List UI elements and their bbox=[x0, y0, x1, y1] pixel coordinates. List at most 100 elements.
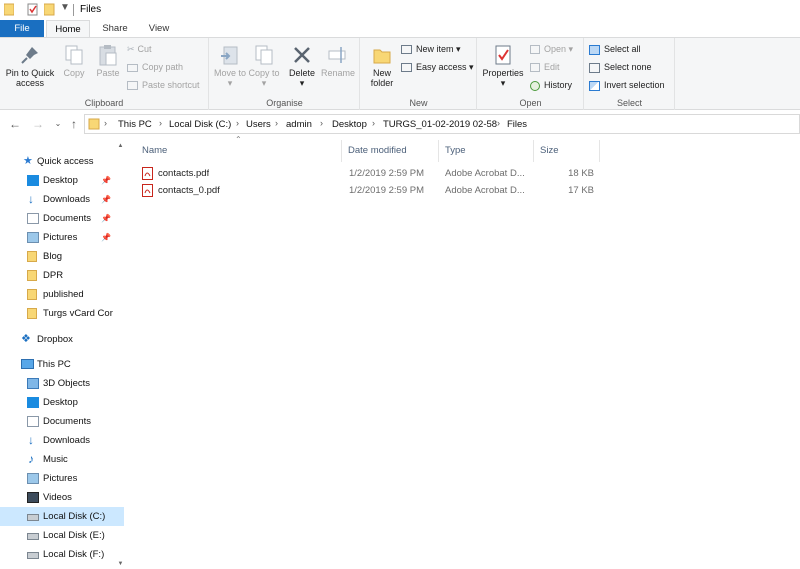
paste-button[interactable]: Paste bbox=[94, 44, 122, 78]
properties-button[interactable]: Properties ▾ bbox=[480, 44, 526, 88]
tab-home[interactable]: Home bbox=[46, 20, 90, 37]
navigation-scrollbar[interactable]: ▲ ▼ bbox=[117, 143, 124, 569]
select-all-label: Select all bbox=[604, 44, 641, 54]
select-none-label: Select none bbox=[604, 62, 652, 72]
nav-dropbox[interactable]: ❖ Dropbox bbox=[0, 330, 124, 349]
address-bar[interactable]: › This PC › Local Disk (C:) › Users › ad… bbox=[84, 114, 800, 134]
customize-qa-dropdown-icon[interactable]: ▼ bbox=[60, 2, 70, 13]
column-header-date-modified[interactable]: Date modified bbox=[342, 140, 439, 162]
properties-qa-icon[interactable] bbox=[27, 3, 39, 16]
nav-quick-downloads[interactable]: ↓ Downloads 📌 bbox=[0, 190, 124, 209]
up-arrow-icon[interactable]: ↑ bbox=[67, 117, 81, 131]
back-arrow-icon[interactable]: ← bbox=[8, 117, 22, 131]
rename-button[interactable]: Rename bbox=[320, 44, 356, 78]
copy-path-label: Copy path bbox=[142, 62, 184, 72]
select-none-button[interactable]: Select none bbox=[589, 60, 652, 74]
nav-this-pc[interactable]: This PC bbox=[0, 355, 124, 374]
nav-pc-local-disk-e[interactable]: Local Disk (E:) bbox=[0, 526, 124, 545]
breadcrumb-desktop[interactable]: Desktop bbox=[332, 119, 367, 130]
nav-quick-turgs-vcard[interactable]: Turgs vCard Cor bbox=[0, 304, 124, 323]
nav-pc-videos[interactable]: Videos bbox=[0, 488, 124, 507]
nav-quick-published[interactable]: published bbox=[0, 285, 124, 304]
column-header-size[interactable]: Size bbox=[534, 140, 600, 162]
nav-quick-pictures[interactable]: Pictures 📌 bbox=[0, 228, 124, 247]
file-row[interactable]: contacts.pdf 1/2/2019 2:59 PM Adobe Acro… bbox=[136, 165, 600, 182]
forward-arrow-icon[interactable]: → bbox=[31, 117, 45, 131]
easy-access-button[interactable]: Easy access ▾ bbox=[401, 60, 474, 74]
recent-locations-dropdown-icon[interactable]: ⌄ bbox=[51, 117, 65, 131]
window-title: Files bbox=[80, 4, 102, 15]
tab-share[interactable]: Share bbox=[94, 20, 136, 37]
nav-quick-access[interactable]: ★ Quick access bbox=[0, 152, 124, 171]
nav-pc-downloads[interactable]: ↓ Downloads bbox=[0, 431, 124, 450]
documents-icon bbox=[27, 416, 39, 427]
nav-item-label: Downloads bbox=[43, 435, 90, 446]
column-header-name[interactable]: Name bbox=[136, 140, 342, 162]
paste-shortcut-button[interactable]: Paste shortcut bbox=[127, 78, 200, 92]
edit-label: Edit bbox=[544, 62, 560, 72]
breadcrumb-separator-icon: › bbox=[104, 118, 107, 128]
scroll-down-icon[interactable]: ▼ bbox=[117, 561, 124, 567]
breadcrumb-this-pc[interactable]: This PC bbox=[118, 119, 152, 130]
pinned-icon: 📌 bbox=[101, 214, 111, 223]
breadcrumb-separator-icon: › bbox=[320, 118, 323, 128]
copy-to-button[interactable]: Copy to ▾ bbox=[248, 44, 280, 88]
folder-icon bbox=[27, 270, 37, 281]
cut-label: Cut bbox=[137, 44, 152, 54]
pictures-icon bbox=[27, 473, 39, 484]
breadcrumb-users[interactable]: Users bbox=[246, 119, 271, 130]
move-to-button[interactable]: Move to ▾ bbox=[214, 44, 246, 88]
file-row[interactable]: contacts_0.pdf 1/2/2019 2:59 PM Adobe Ac… bbox=[136, 182, 600, 199]
new-group-label: New bbox=[409, 98, 428, 108]
column-header-type[interactable]: Type bbox=[439, 140, 534, 162]
new-folder-qa-icon[interactable] bbox=[44, 3, 55, 16]
pin-icon bbox=[21, 47, 38, 64]
breadcrumb-turgs-folder[interactable]: TURGS_01-02-2019 02-58 bbox=[383, 119, 497, 130]
pin-to-quick-access-button[interactable]: Pin to Quick access bbox=[3, 44, 57, 88]
nav-pc-pictures[interactable]: Pictures bbox=[0, 469, 124, 488]
pinned-icon: 📌 bbox=[101, 233, 111, 242]
folder-app-icon bbox=[4, 3, 14, 16]
edit-button[interactable]: Edit bbox=[530, 60, 560, 74]
select-group-label: Select bbox=[616, 98, 642, 108]
nav-item-label: Local Disk (C:) bbox=[43, 511, 106, 522]
nav-pc-music[interactable]: ♪ Music bbox=[0, 450, 124, 469]
clipboard-group: Pin to Quick access Copy Paste ✂ Cut Copy… bbox=[0, 38, 209, 110]
documents-icon bbox=[27, 213, 39, 224]
nav-pc-desktop[interactable]: Desktop bbox=[0, 393, 124, 412]
copy-button[interactable]: Copy bbox=[60, 44, 88, 78]
cut-icon: ✂ bbox=[127, 44, 135, 54]
copy-label: Copy bbox=[63, 68, 85, 78]
nav-pc-local-disk-f[interactable]: Local Disk (F:) bbox=[0, 545, 124, 564]
nav-item-label: Local Disk (F:) bbox=[43, 549, 105, 560]
cut-button[interactable]: ✂ Cut bbox=[127, 42, 152, 56]
select-all-button[interactable]: Select all bbox=[589, 42, 641, 56]
open-dropdown-icon: ▾ bbox=[568, 44, 574, 54]
desktop-icon bbox=[27, 175, 39, 186]
history-button[interactable]: History bbox=[530, 78, 572, 92]
new-folder-button[interactable]: New folder bbox=[365, 44, 399, 88]
breadcrumb-files[interactable]: Files bbox=[507, 119, 527, 130]
scroll-up-icon[interactable]: ▲ bbox=[117, 143, 124, 149]
nav-quick-dpr[interactable]: DPR bbox=[0, 266, 124, 285]
nav-pc-3d-objects[interactable]: 3D Objects bbox=[0, 374, 124, 393]
tab-view[interactable]: View bbox=[138, 20, 180, 37]
nav-quick-documents[interactable]: Documents 📌 bbox=[0, 209, 124, 228]
delete-button[interactable]: Delete ▾ bbox=[286, 44, 318, 88]
nav-item-label: Desktop bbox=[43, 397, 78, 408]
nav-pc-documents[interactable]: Documents bbox=[0, 412, 124, 431]
nav-pc-local-disk-c[interactable]: Local Disk (C:) bbox=[0, 507, 124, 526]
nav-quick-desktop[interactable]: Desktop 📌 bbox=[0, 171, 124, 190]
breadcrumb-local-disk-c[interactable]: Local Disk (C:) bbox=[169, 119, 231, 130]
new-item-button[interactable]: New item ▾ bbox=[401, 42, 461, 56]
copy-path-button[interactable]: Copy path bbox=[127, 60, 183, 74]
invert-selection-button[interactable]: Invert selection bbox=[589, 78, 665, 92]
open-button[interactable]: Open ▾ bbox=[530, 42, 573, 56]
nav-quick-blog[interactable]: Blog bbox=[0, 247, 124, 266]
easy-access-label: Easy access bbox=[416, 62, 467, 72]
delete-dropdown-icon: ▾ bbox=[299, 78, 305, 88]
breadcrumb-admin[interactable]: admin bbox=[286, 119, 312, 130]
move-to-dropdown-icon: ▾ bbox=[227, 78, 233, 88]
tab-file[interactable]: File bbox=[0, 20, 44, 37]
nav-dropbox-label: Dropbox bbox=[37, 334, 73, 345]
